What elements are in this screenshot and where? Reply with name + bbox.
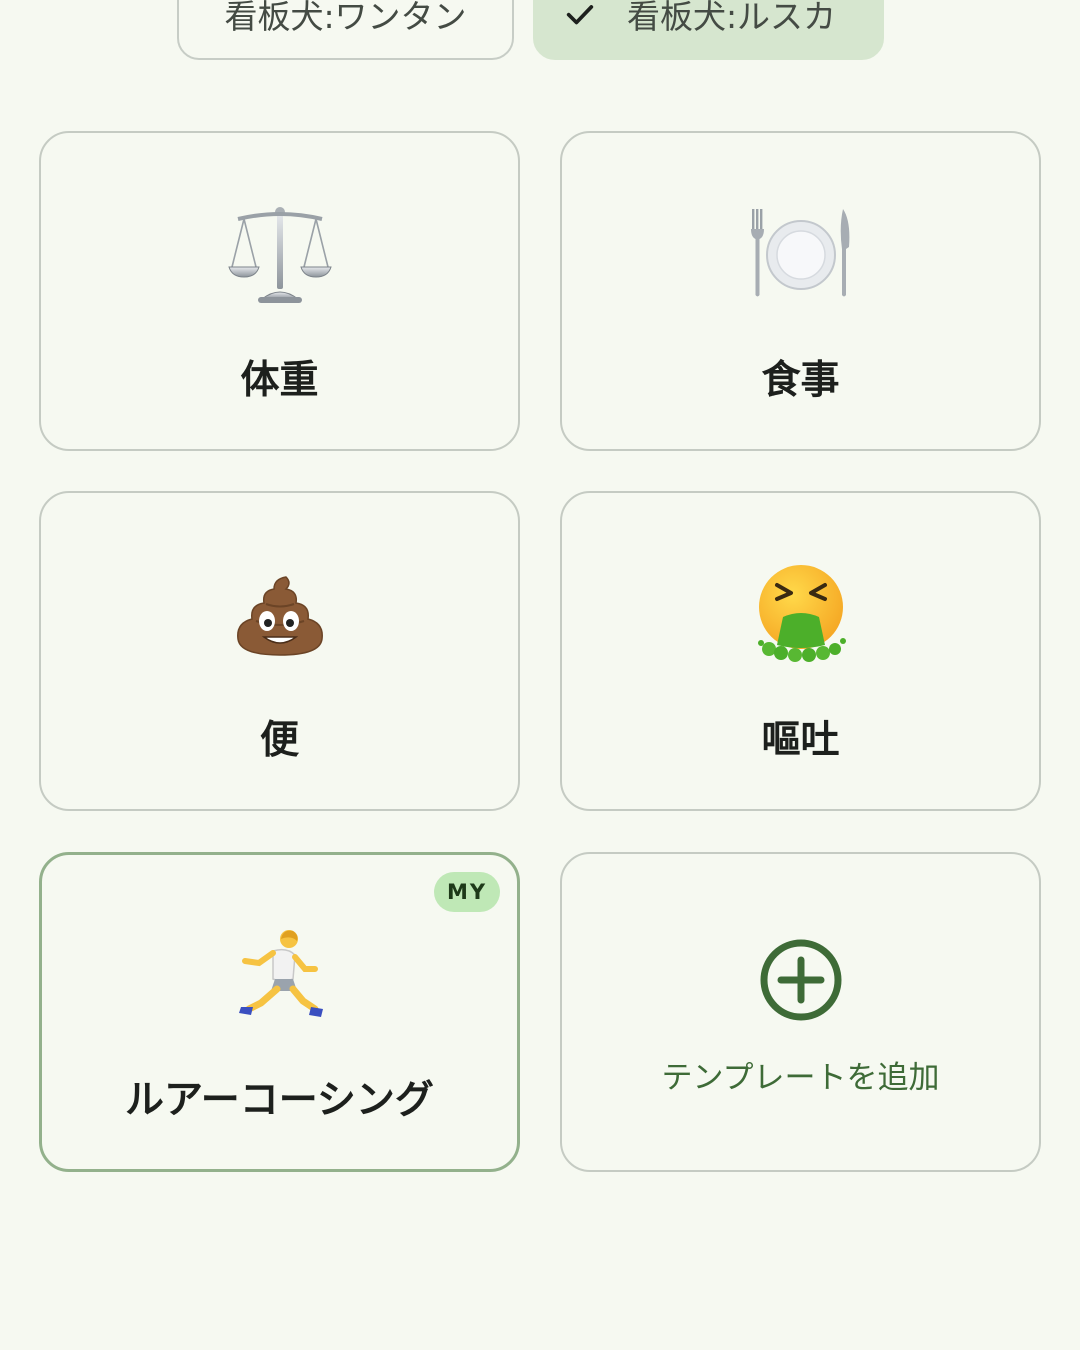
scale-icon [41,205,518,305]
dog-filter-chips: 看板犬:ワンタン 看板犬:ルスカ [0,0,1080,60]
template-label: 食事 [761,358,840,403]
add-circle-icon [562,938,1039,1022]
template-card-vomit[interactable]: 嘔吐 [560,491,1041,811]
chip-dog-wonton[interactable]: 看板犬:ワンタン [177,0,514,60]
plate-icon [562,207,1039,299]
vomit-icon [562,563,1039,663]
add-template-label: テンプレートを追加 [661,1060,940,1096]
add-template-button[interactable]: テンプレートを追加 [560,852,1041,1172]
template-card-stool[interactable]: 便 [39,491,520,811]
template-screen: 看板犬:ワンタン 看板犬:ルスカ 体重 食事 便 嘔吐 MY ルアーコーシング … [0,0,1080,1350]
runner-icon [42,929,517,1021]
my-badge: MY [434,872,500,912]
template-label: 体重 [240,358,319,403]
template-label: ルアーコーシング [125,1078,434,1123]
poop-icon [41,573,518,659]
template-label: 便 [259,718,299,763]
check-icon [563,0,597,31]
template-card-lure-coursing[interactable]: MY ルアーコーシング [39,852,520,1172]
template-card-weight[interactable]: 体重 [39,131,520,451]
template-card-meal[interactable]: 食事 [560,131,1041,451]
chip-dog-luska-label: 看板犬:ルスカ [626,0,837,36]
chip-dog-luska[interactable]: 看板犬:ルスカ [533,0,884,60]
chip-dog-wonton-label: 看板犬:ワンタン [224,0,467,36]
template-label: 嘔吐 [761,718,840,763]
